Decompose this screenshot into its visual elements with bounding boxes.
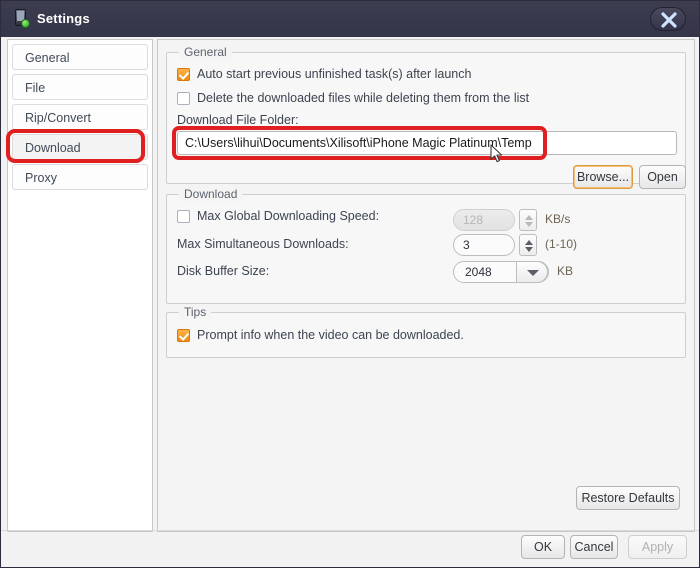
tips-group-legend: Tips [179, 305, 211, 319]
max-speed-checkbox[interactable] [177, 210, 190, 223]
sidebar-item-label: Proxy [25, 171, 57, 185]
open-folder-button[interactable]: Open [639, 165, 686, 189]
disk-buffer-value: 2048 [465, 262, 492, 282]
ok-button[interactable]: OK [521, 535, 565, 559]
delete-downloaded-checkbox-row[interactable]: Delete the downloaded files while deleti… [177, 91, 529, 105]
max-speed-unit: KB/s [545, 212, 570, 226]
max-speed-checkbox-row[interactable]: Max Global Downloading Speed: [177, 209, 379, 223]
sidebar-item-general[interactable]: General [12, 44, 148, 70]
max-simultaneous-value[interactable]: 3 [453, 234, 515, 256]
max-simultaneous-spinner: 3 [453, 234, 537, 256]
max-simultaneous-label: Max Simultaneous Downloads: [177, 237, 349, 251]
disk-buffer-label: Disk Buffer Size: [177, 264, 269, 278]
auto-start-checkbox-row[interactable]: Auto start previous unfinished task(s) a… [177, 67, 471, 81]
sidebar-item-label: File [25, 81, 45, 95]
prompt-info-label: Prompt info when the video can be downlo… [197, 328, 464, 342]
sidebar-item-label: General [25, 51, 69, 65]
restore-defaults-button[interactable]: Restore Defaults [576, 486, 680, 510]
chevron-down-icon[interactable] [516, 261, 548, 283]
max-speed-spinner: 128 [453, 209, 537, 231]
settings-category-list: General File Rip/Convert Download Proxy [7, 39, 153, 532]
download-group: Download Max Global Downloading Speed: 1… [166, 194, 686, 304]
disk-buffer-unit: KB [557, 264, 573, 278]
max-speed-label: Max Global Downloading Speed: [197, 209, 379, 223]
tips-group: Tips Prompt info when the video can be d… [166, 312, 686, 358]
sidebar-item-label: Rip/Convert [25, 111, 91, 125]
general-group: General Auto start previous unfinished t… [166, 52, 686, 184]
general-group-legend: General [179, 45, 232, 59]
prompt-info-checkbox-row[interactable]: Prompt info when the video can be downlo… [177, 328, 464, 342]
download-settings-panel: General Auto start previous unfinished t… [157, 39, 695, 532]
max-simultaneous-range: (1-10) [545, 237, 577, 251]
sidebar-item-proxy[interactable]: Proxy [12, 164, 148, 190]
sidebar-item-label: Download [25, 141, 81, 155]
prompt-info-checkbox[interactable] [177, 329, 190, 342]
sidebar-item-download[interactable]: Download [12, 134, 148, 160]
sidebar-item-rip-convert[interactable]: Rip/Convert [12, 104, 148, 130]
apply-button: Apply [628, 535, 687, 559]
sidebar-item-file[interactable]: File [12, 74, 148, 100]
browse-button[interactable]: Browse... [573, 165, 633, 189]
footer-divider [1, 530, 699, 531]
cancel-button[interactable]: Cancel [570, 535, 618, 559]
max-speed-stepper[interactable] [519, 209, 537, 231]
settings-dialog: Settings General File Rip/Convert Downlo… [0, 0, 700, 568]
delete-downloaded-checkbox[interactable] [177, 92, 190, 105]
max-simultaneous-stepper[interactable] [519, 234, 537, 256]
close-icon[interactable] [650, 7, 686, 31]
max-speed-value[interactable]: 128 [453, 209, 515, 231]
phone-icon [13, 9, 31, 29]
auto-start-label: Auto start previous unfinished task(s) a… [197, 67, 471, 81]
download-group-legend: Download [179, 187, 242, 201]
delete-downloaded-label: Delete the downloaded files while deleti… [197, 91, 529, 105]
auto-start-checkbox[interactable] [177, 68, 190, 81]
title-bar: Settings [1, 1, 699, 37]
window-title: Settings [37, 11, 90, 26]
download-folder-label: Download File Folder: [177, 113, 299, 127]
download-folder-input[interactable]: C:\Users\lihui\Documents\Xilisoft\iPhone… [177, 131, 677, 155]
disk-buffer-dropdown[interactable]: 2048 [453, 261, 549, 283]
